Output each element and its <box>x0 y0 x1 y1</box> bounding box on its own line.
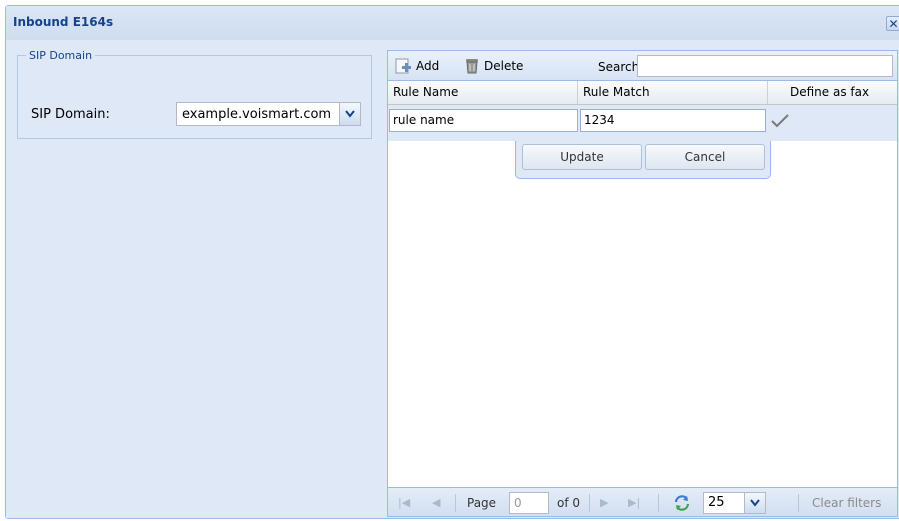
clear-filters-button[interactable]: Clear filters <box>812 496 881 510</box>
rules-grid: Add Delete Search Rule Name Rule Match D… <box>387 50 898 517</box>
column-header-rule-match[interactable]: Rule Match <box>578 81 768 104</box>
refresh-icon[interactable] <box>673 494 691 512</box>
page-label: Page <box>467 496 497 510</box>
sip-domain-value: example.voismart.com <box>182 107 332 122</box>
close-icon: ✕ <box>888 17 899 31</box>
add-button[interactable]: Add <box>394 57 439 75</box>
row-editor-buttons: Update Cancel <box>515 141 771 179</box>
grid-header: Rule Name Rule Match Define as fax <box>388 81 897 105</box>
first-page-icon[interactable]: |◀ <box>398 496 410 509</box>
separator <box>589 494 590 512</box>
check-icon[interactable] <box>771 114 789 128</box>
sip-domain-label: SIP Domain: <box>31 107 110 122</box>
page-size-dropdown-trigger[interactable] <box>744 493 765 513</box>
sip-domain-combo[interactable]: example.voismart.com <box>176 102 361 126</box>
separator <box>455 494 456 512</box>
chevron-down-icon <box>750 499 760 507</box>
next-page-icon[interactable]: ▶ <box>600 496 608 509</box>
cancel-button[interactable]: Cancel <box>645 144 765 170</box>
window-titlebar[interactable]: Inbound E164s ✕ <box>6 6 899 40</box>
window-body: SIP Domain SIP Domain: example.voismart.… <box>6 40 899 518</box>
page-size-combo[interactable]: 25 <box>703 492 766 514</box>
page-size-value: 25 <box>708 495 725 510</box>
rule-name-input[interactable]: rule name <box>389 109 578 132</box>
search-input[interactable] <box>637 55 893 77</box>
page-count-label: of 0 <box>557 496 581 510</box>
delete-button[interactable]: Delete <box>464 57 523 75</box>
add-button-label: Add <box>416 59 440 73</box>
column-header-rule-name[interactable]: Rule Name <box>388 81 578 104</box>
last-page-icon[interactable]: ▶| <box>628 496 640 509</box>
sip-domain-legend: SIP Domain <box>29 49 93 62</box>
paging-toolbar: |◀ ◀ Page 0 of 0 ▶ ▶| 25 Clear filters <box>388 487 897 516</box>
prev-page-icon[interactable]: ◀ <box>432 496 440 509</box>
column-header-define-as-fax[interactable]: Define as fax <box>768 81 897 104</box>
rule-match-input[interactable]: 1234 <box>580 109 766 132</box>
page-number-input[interactable]: 0 <box>509 492 549 514</box>
sip-domain-panel: SIP Domain SIP Domain: example.voismart.… <box>17 49 378 141</box>
search-label: Search <box>598 60 640 74</box>
row-editor: rule name 1234 <box>388 105 897 141</box>
window-title: Inbound E164s <box>13 15 114 29</box>
update-button[interactable]: Update <box>522 144 642 170</box>
separator <box>658 494 659 512</box>
separator <box>798 494 799 512</box>
add-icon <box>395 58 411 74</box>
sip-domain-dropdown-trigger[interactable] <box>339 103 360 125</box>
chevron-down-icon <box>345 110 355 118</box>
grid-toolbar: Add Delete Search <box>388 51 897 81</box>
inbound-e164s-window: Inbound E164s ✕ SIP Domain SIP Domain: e… <box>5 5 899 519</box>
delete-button-label: Delete <box>484 59 524 73</box>
trash-icon <box>466 59 478 74</box>
close-button[interactable]: ✕ <box>886 16 899 31</box>
sip-domain-fieldset: SIP Domain SIP Domain: example.voismart.… <box>17 49 372 139</box>
